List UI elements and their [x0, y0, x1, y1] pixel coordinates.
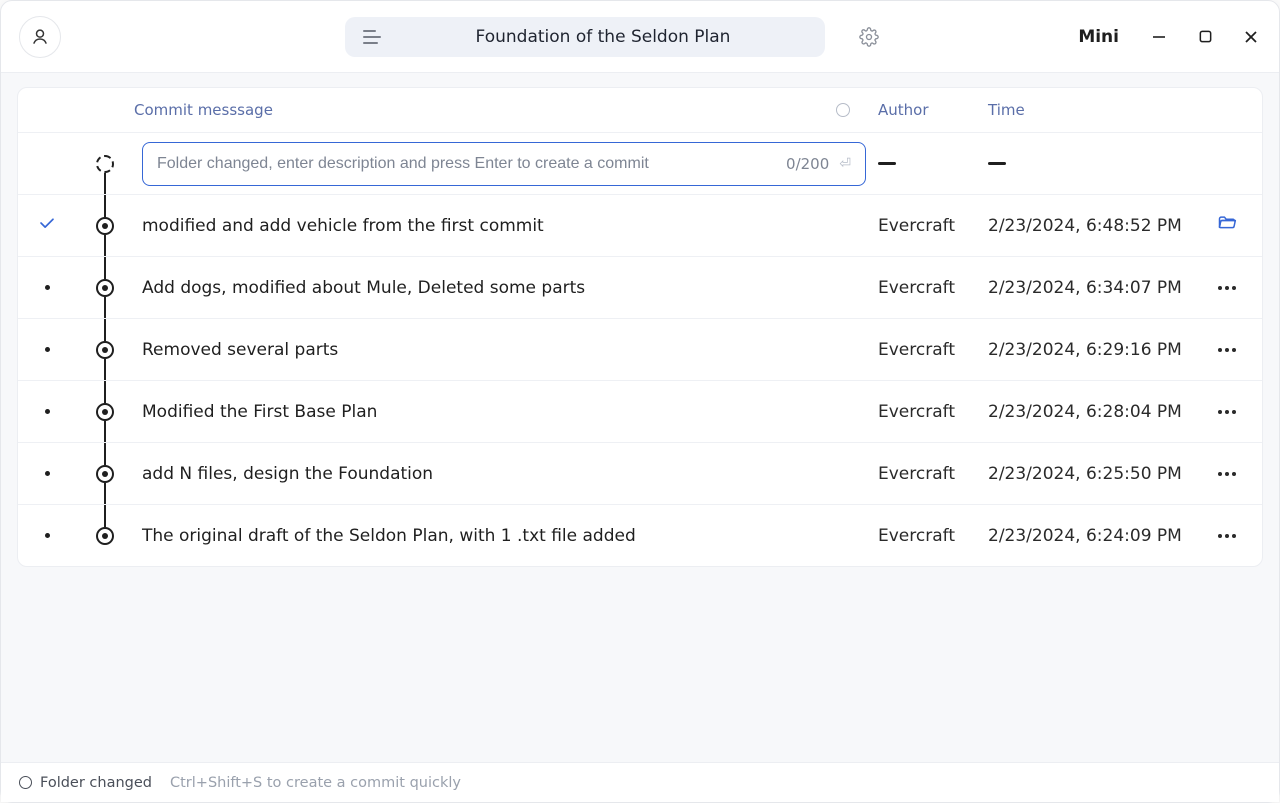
commit-list: Commit messsage Author Time 0/200 ⏎: [17, 87, 1263, 567]
commit-author: Evercraft: [878, 402, 988, 422]
author-placeholder: [878, 162, 896, 165]
menu-icon: [363, 30, 381, 44]
window-controls: Mini: [1078, 27, 1261, 47]
commit-actions-button[interactable]: [1218, 472, 1236, 476]
close-icon: [1243, 29, 1259, 45]
column-header-author[interactable]: Author: [878, 101, 988, 119]
commit-actions-button[interactable]: [1218, 410, 1236, 414]
commit-actions-button[interactable]: [1218, 348, 1236, 352]
new-commit-row: 0/200 ⏎: [18, 132, 1262, 194]
commit-message: Modified the First Base Plan: [134, 402, 878, 422]
commit-marker-dot: [45, 285, 50, 290]
commit-time: 2/23/2024, 6:34:07 PM: [988, 278, 1198, 298]
status-folder-changed[interactable]: Folder changed: [19, 775, 152, 791]
graph-node: [96, 341, 114, 359]
graph-node: [96, 527, 114, 545]
commit-message: Removed several parts: [134, 340, 878, 360]
commit-row[interactable]: The original draft of the Seldon Plan, w…: [18, 504, 1262, 566]
time-placeholder: [988, 162, 1006, 165]
commit-time: 2/23/2024, 6:25:50 PM: [988, 464, 1198, 484]
new-commit-input-wrap: 0/200 ⏎: [142, 142, 866, 186]
current-commit-check-icon: [38, 214, 56, 237]
commit-marker-dot: [45, 409, 50, 414]
settings-button[interactable]: [849, 17, 889, 57]
commit-author: Evercraft: [878, 340, 988, 360]
commit-message-input[interactable]: [157, 155, 776, 173]
commit-author: Evercraft: [878, 464, 988, 484]
commit-time: 2/23/2024, 6:48:52 PM: [988, 216, 1198, 236]
maximize-icon: [1198, 29, 1213, 44]
graph-node: [96, 279, 114, 297]
commit-marker-dot: [45, 533, 50, 538]
status-hint: Ctrl+Shift+S to create a commit quickly: [170, 775, 461, 791]
commit-row[interactable]: modified and add vehicle from the first …: [18, 194, 1262, 256]
commit-list-header: Commit messsage Author Time: [18, 88, 1262, 132]
mini-mode-button[interactable]: Mini: [1078, 27, 1119, 47]
graph-node: [96, 217, 114, 235]
enter-icon: ⏎: [839, 156, 851, 172]
open-folder-button[interactable]: [1217, 213, 1237, 238]
minimize-button[interactable]: [1149, 27, 1169, 47]
commit-message: modified and add vehicle from the first …: [134, 216, 878, 236]
commit-actions-button[interactable]: [1218, 534, 1236, 538]
commit-marker-dot: [45, 347, 50, 352]
graph-node: [96, 465, 114, 483]
status-indicator-icon: [19, 776, 32, 789]
commit-row[interactable]: Modified the First Base Plan Evercraft 2…: [18, 380, 1262, 442]
commit-row[interactable]: Removed several parts Evercraft 2/23/202…: [18, 318, 1262, 380]
project-title: Foundation of the Seldon Plan: [399, 27, 807, 47]
commit-row[interactable]: Add dogs, modified about Mule, Deleted s…: [18, 256, 1262, 318]
statusbar: Folder changed Ctrl+Shift+S to create a …: [1, 762, 1279, 802]
user-icon: [30, 27, 50, 47]
commit-message: add N files, design the Foundation: [134, 464, 878, 484]
titlebar: Foundation of the Seldon Plan Mini: [1, 1, 1279, 73]
column-header-time[interactable]: Time: [988, 101, 1198, 119]
char-count: 0/200: [786, 155, 829, 173]
commit-message: The original draft of the Seldon Plan, w…: [134, 526, 878, 546]
minimize-icon: [1151, 29, 1167, 45]
commit-time: 2/23/2024, 6:28:04 PM: [988, 402, 1198, 422]
user-avatar[interactable]: [19, 16, 61, 58]
project-selector[interactable]: Foundation of the Seldon Plan: [345, 17, 825, 57]
close-button[interactable]: [1241, 27, 1261, 47]
commit-author: Evercraft: [878, 526, 988, 546]
commit-time: 2/23/2024, 6:24:09 PM: [988, 526, 1198, 546]
commit-time: 2/23/2024, 6:29:16 PM: [988, 340, 1198, 360]
graph-node: [96, 403, 114, 421]
main-panel: Commit messsage Author Time 0/200 ⏎: [1, 73, 1279, 762]
commit-author: Evercraft: [878, 278, 988, 298]
commit-row[interactable]: add N files, design the Foundation Everc…: [18, 442, 1262, 504]
column-header-message[interactable]: Commit messsage: [134, 101, 273, 119]
status-text: Folder changed: [40, 775, 152, 791]
commit-actions-button[interactable]: [1218, 286, 1236, 290]
commit-message: Add dogs, modified about Mule, Deleted s…: [134, 278, 878, 298]
maximize-button[interactable]: [1195, 27, 1215, 47]
commit-author: Evercraft: [878, 216, 988, 236]
gear-icon: [859, 27, 879, 47]
graph-node-pending: [96, 155, 114, 173]
select-all-radio[interactable]: [836, 103, 850, 117]
commit-marker-dot: [45, 471, 50, 476]
